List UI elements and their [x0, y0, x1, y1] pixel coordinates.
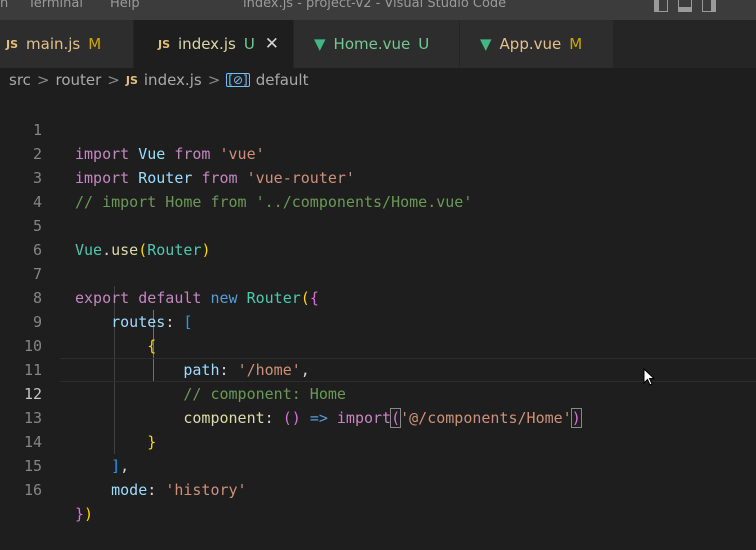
code-line[interactable]: 5 Vue.use(Router) [0, 190, 756, 259]
vue-file-icon: ▼ [314, 35, 326, 53]
menu-terminal[interactable]: Terminal [28, 0, 83, 11]
javascript-file-icon: JS [6, 37, 19, 51]
code-line[interactable]: 1 import Vue from 'vue' [0, 94, 756, 163]
code-line[interactable]: 2 import Router from 'vue-router' [0, 118, 756, 187]
code-line[interactable]: 3 // import Home from '../components/Hom… [0, 142, 756, 211]
code-line[interactable]: 4 [0, 166, 756, 211]
chevron-right-icon: > [207, 71, 221, 89]
breadcrumb: src > router > JS index.js > [⊘] default [0, 68, 756, 92]
untracked-badge: U [418, 35, 430, 53]
code-line[interactable]: 6 [0, 214, 756, 259]
menu-help[interactable]: Help [110, 0, 140, 11]
tab-label: Home.vue [333, 35, 411, 53]
breadcrumb-default[interactable]: default [256, 71, 309, 89]
title-bar: n Terminal Help index.js - project-v2 - … [0, 0, 756, 20]
code-line[interactable]: 15 mode: 'history' [0, 430, 756, 499]
breadcrumb-src[interactable]: src [9, 71, 31, 89]
variable-symbol-icon: [⊘] [226, 73, 250, 87]
code-line[interactable]: 8 routes: [ [0, 262, 756, 331]
modified-badge: M [569, 35, 583, 53]
tab-main-js[interactable]: JS main.js M [0, 20, 134, 68]
tab-home-vue[interactable]: ▼ Home.vue U [294, 20, 460, 68]
tab-label: App.vue [499, 35, 562, 53]
tab-label: index.js [178, 35, 236, 53]
chevron-right-icon: > [107, 71, 120, 89]
code-line[interactable]: 10 path: '/home', [0, 310, 756, 379]
line-number: 16 [23, 481, 42, 499]
editor-tabs: JS main.js M JS index.js U ✕ ▼ Home.vue … [0, 20, 756, 68]
window-title: index.js - project-v2 - Visual Studio Co… [243, 0, 507, 11]
toggle-sidebar-icon[interactable] [654, 0, 668, 12]
layout-controls [654, 0, 742, 12]
menu-partial[interactable]: n [0, 0, 8, 11]
code-line[interactable]: 9 { [0, 286, 756, 355]
tab-index-js[interactable]: JS index.js U ✕ [134, 20, 294, 68]
tab-label: main.js [26, 35, 81, 53]
code-line[interactable]: 16 }) [0, 454, 756, 523]
code-editor[interactable]: 1 import Vue from 'vue' 2 import Router … [0, 94, 756, 523]
vue-file-icon: ▼ [480, 35, 492, 53]
toggle-panel-icon[interactable] [678, 0, 692, 12]
toggle-secondary-sidebar-icon[interactable] [702, 0, 716, 12]
code-line[interactable]: 7 export default new Router({ [0, 238, 756, 307]
untracked-badge: U [243, 35, 255, 53]
chevron-right-icon: > [36, 71, 50, 89]
modified-badge: M [88, 35, 102, 53]
javascript-file-icon: JS [125, 73, 138, 87]
javascript-file-icon: JS [158, 37, 171, 51]
breadcrumb-router[interactable]: router [55, 71, 101, 89]
code-line[interactable]: 11 // component: Home [0, 334, 756, 403]
code-line[interactable]: 14 ], [0, 406, 756, 475]
tab-app-vue[interactable]: ▼ App.vue M [460, 20, 614, 68]
breadcrumb-index-js[interactable]: index.js [144, 71, 202, 89]
close-icon[interactable]: ✕ [265, 34, 279, 54]
customize-layout-icon[interactable] [726, 0, 742, 12]
